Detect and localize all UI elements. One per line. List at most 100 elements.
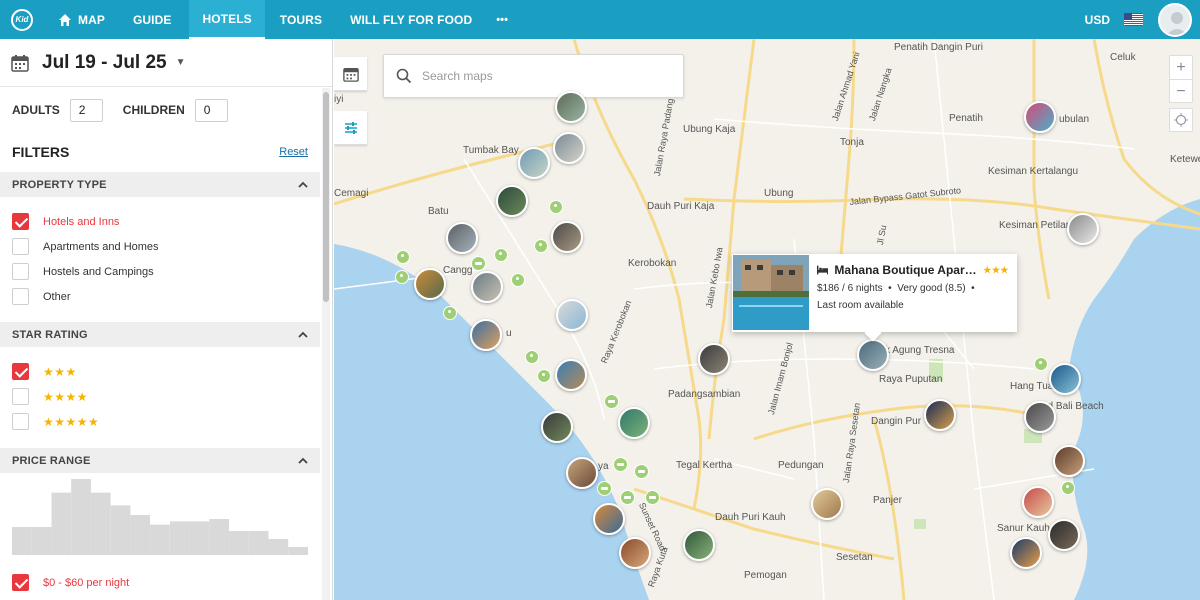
hotel-marker[interactable] bbox=[857, 339, 889, 371]
sidebar-scrollbar[interactable] bbox=[322, 88, 330, 600]
filter-option-4-stars[interactable]: ★★★★ bbox=[0, 384, 320, 409]
date-range-selector[interactable]: Jul 19 - Jul 25 ▼ bbox=[0, 39, 332, 87]
calendar-icon bbox=[11, 54, 29, 72]
hotel-marker[interactable] bbox=[556, 299, 588, 331]
price-range-header[interactable]: PRICE RANGE bbox=[0, 448, 320, 473]
chevron-down-icon: ▼ bbox=[175, 57, 186, 68]
filter-option-5-stars[interactable]: ★★★★★ bbox=[0, 409, 320, 434]
hotel-marker[interactable] bbox=[1053, 445, 1085, 477]
hotel-marker[interactable] bbox=[698, 343, 730, 375]
hotel-marker[interactable] bbox=[553, 132, 585, 164]
map-search-box[interactable] bbox=[383, 54, 684, 98]
children-input[interactable]: 0 bbox=[194, 98, 228, 122]
hotel-marker[interactable] bbox=[593, 503, 625, 535]
hotel-marker[interactable] bbox=[1010, 537, 1042, 569]
checkbox[interactable] bbox=[12, 388, 29, 405]
hotel-marker[interactable] bbox=[555, 91, 587, 123]
hotel-popup-card[interactable]: Mahana Boutique Apartment ★★★ $186 / 6 n… bbox=[732, 254, 1017, 342]
checkbox[interactable] bbox=[12, 288, 29, 305]
zoom-in-button[interactable]: + bbox=[1170, 56, 1192, 80]
filter-option-other[interactable]: Other bbox=[0, 284, 320, 309]
hotel-marker[interactable] bbox=[1049, 363, 1081, 395]
filter-option-hotels-and-inns[interactable]: Hotels and Inns bbox=[0, 209, 320, 234]
checkbox[interactable] bbox=[12, 238, 29, 255]
map-view[interactable]: Penatih Dangin Puri Celuk Tumbak Bay Ubu… bbox=[334, 39, 1200, 600]
property-type-header[interactable]: PROPERTY TYPE bbox=[0, 172, 320, 197]
user-avatar-icon[interactable] bbox=[1158, 2, 1192, 37]
hotel-bed-pin-icon[interactable] bbox=[471, 256, 486, 271]
date-filter-button[interactable] bbox=[334, 57, 367, 91]
hotel-bed-pin-icon[interactable] bbox=[597, 481, 612, 496]
hotel-marker[interactable] bbox=[811, 488, 843, 520]
map-pin-icon[interactable] bbox=[534, 239, 548, 253]
map-pin-icon[interactable] bbox=[494, 248, 508, 262]
filter-option-price-0-60[interactable]: $0 - $60 per night bbox=[0, 570, 320, 595]
hotel-bed-pin-icon[interactable] bbox=[604, 394, 619, 409]
filter-option-hostels-and-campings[interactable]: Hostels and Campings bbox=[0, 259, 320, 284]
price-histogram[interactable] bbox=[12, 475, 308, 560]
hotel-marker[interactable] bbox=[619, 537, 651, 569]
star-rating-icons: ★★★ bbox=[43, 364, 77, 379]
map-pin-icon[interactable] bbox=[1061, 481, 1075, 495]
map-pin-icon[interactable] bbox=[549, 200, 563, 214]
checkbox[interactable] bbox=[12, 574, 29, 591]
search-input[interactable] bbox=[422, 69, 662, 83]
hotel-marker[interactable] bbox=[470, 319, 502, 351]
hotel-marker[interactable] bbox=[446, 222, 478, 254]
hotel-marker[interactable] bbox=[1022, 486, 1054, 518]
nav-item-guide[interactable]: GUIDE bbox=[133, 0, 172, 39]
map-pin-icon[interactable] bbox=[525, 350, 539, 364]
checkbox[interactable] bbox=[12, 263, 29, 280]
hotel-photo[interactable] bbox=[733, 255, 809, 330]
hotel-marker[interactable] bbox=[518, 147, 550, 179]
hotel-marker[interactable] bbox=[924, 399, 956, 431]
hotel-marker[interactable] bbox=[414, 268, 446, 300]
hotel-marker[interactable] bbox=[496, 185, 528, 217]
hotel-bed-pin-icon[interactable] bbox=[645, 490, 660, 505]
hotel-marker[interactable] bbox=[566, 457, 598, 489]
filter-option-3-stars[interactable]: ★★★ bbox=[0, 359, 320, 384]
hotel-marker[interactable] bbox=[471, 271, 503, 303]
logo[interactable]: Kid bbox=[11, 8, 33, 31]
map-pin-icon[interactable] bbox=[511, 273, 525, 287]
locate-me-button[interactable] bbox=[1169, 108, 1193, 132]
hotel-name[interactable]: Mahana Boutique Apartment bbox=[834, 263, 977, 277]
hotel-bed-pin-icon[interactable] bbox=[620, 490, 635, 505]
map-pin-icon[interactable] bbox=[395, 270, 409, 284]
hotel-marker[interactable] bbox=[1067, 213, 1099, 245]
filters-toggle-button[interactable] bbox=[334, 111, 367, 145]
hotel-marker[interactable] bbox=[618, 407, 650, 439]
us-flag-icon[interactable] bbox=[1124, 13, 1143, 26]
nav-item-map[interactable]: MAP bbox=[58, 0, 105, 39]
checkbox[interactable] bbox=[12, 213, 29, 230]
hotel-marker[interactable] bbox=[551, 221, 583, 253]
more-menu-icon[interactable]: ••• bbox=[496, 0, 508, 39]
filter-option-apartments-and-homes[interactable]: Apartments and Homes bbox=[0, 234, 320, 259]
map-label: Tegal Kertha bbox=[676, 460, 733, 471]
nav-item-will-fly-for-food[interactable]: WILL FLY FOR FOOD bbox=[350, 0, 472, 39]
nav-item-tours[interactable]: TOURS bbox=[280, 0, 322, 39]
nav-item-hotels[interactable]: HOTELS bbox=[189, 0, 265, 39]
map-pin-icon[interactable] bbox=[443, 306, 457, 320]
hotel-marker[interactable] bbox=[555, 359, 587, 391]
checkbox[interactable] bbox=[12, 363, 29, 380]
hotel-marker[interactable] bbox=[683, 529, 715, 561]
adults-input[interactable]: 2 bbox=[69, 98, 103, 122]
hotel-marker[interactable] bbox=[1024, 101, 1056, 133]
map-label: Sesetan bbox=[836, 552, 873, 563]
scrollbar-thumb[interactable] bbox=[323, 92, 329, 302]
hotel-bed-pin-icon[interactable] bbox=[613, 457, 628, 472]
hotel-bed-pin-icon[interactable] bbox=[634, 464, 649, 479]
hotel-marker[interactable] bbox=[1024, 401, 1056, 433]
hotel-marker[interactable] bbox=[1048, 519, 1080, 551]
option-label: Hotels and Inns bbox=[43, 215, 120, 228]
map-pin-icon[interactable] bbox=[1034, 357, 1048, 371]
reset-link[interactable]: Reset bbox=[279, 146, 308, 158]
zoom-out-button[interactable]: − bbox=[1170, 80, 1192, 104]
map-pin-icon[interactable] bbox=[396, 250, 410, 264]
star-rating-header[interactable]: STAR RATING bbox=[0, 322, 320, 347]
checkbox[interactable] bbox=[12, 413, 29, 430]
currency-selector[interactable]: USD bbox=[1085, 13, 1110, 27]
map-pin-icon[interactable] bbox=[537, 369, 551, 383]
hotel-marker[interactable] bbox=[541, 411, 573, 443]
